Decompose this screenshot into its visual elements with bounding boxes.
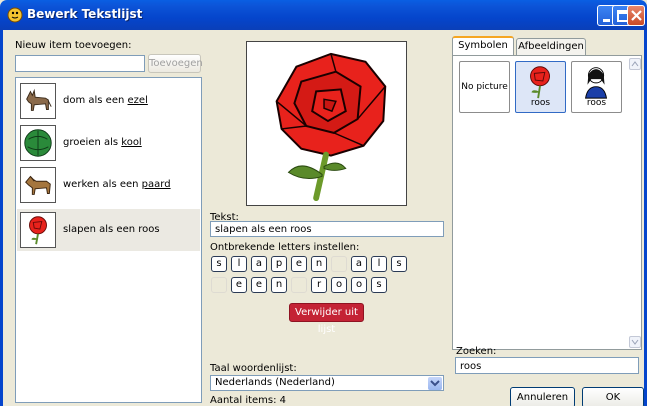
letter-box[interactable]: l	[231, 256, 247, 272]
ok-button[interactable]: OK	[582, 387, 644, 406]
symbol-label: roos	[530, 98, 551, 108]
letter-box[interactable]: p	[271, 256, 287, 272]
rose-icon	[20, 212, 56, 248]
symbols-scrollbar[interactable]	[629, 58, 641, 348]
app-icon	[7, 7, 23, 23]
item-list: dom als een ezel groeien als kool werken…	[15, 77, 202, 403]
letter-box-empty[interactable]	[211, 277, 227, 293]
list-item-label: groeien als kool	[63, 137, 142, 148]
letter-box[interactable]: l	[371, 256, 387, 272]
title-bar[interactable]: Bewerk Tekstlijst	[0, 0, 647, 30]
symbol-tile[interactable]: roos	[571, 61, 622, 113]
letter-box[interactable]: o	[351, 277, 367, 293]
list-item[interactable]: dom als een ezel	[17, 80, 200, 122]
remove-from-list-button[interactable]: Verwijder uit lijst	[289, 303, 364, 335]
letter-box[interactable]: s	[371, 277, 387, 293]
new-item-input[interactable]	[15, 55, 145, 72]
letter-box[interactable]: o	[331, 277, 347, 293]
list-item[interactable]: werken als een paard	[17, 164, 200, 206]
language-label: Taal woordenlijst:	[210, 363, 297, 374]
text-input[interactable]: slapen als een roos	[210, 221, 444, 237]
symbols-panel: No picture roos roos	[452, 55, 642, 350]
search-label: Zoeken:	[456, 346, 497, 357]
cancel-button[interactable]: Annuleren	[510, 387, 575, 406]
selected-image	[246, 41, 407, 206]
language-select-value: Nederlands (Nederland)	[215, 377, 335, 388]
scroll-down-arrow[interactable]	[629, 336, 641, 348]
symbol-label: roos	[586, 98, 607, 108]
rose-icon	[530, 66, 550, 99]
list-item-selected[interactable]: slapen als een roos	[17, 209, 200, 251]
letter-box[interactable]: a	[251, 256, 267, 272]
item-count: Aantal items: 4	[210, 395, 287, 406]
language-select[interactable]: Nederlands (Nederland)	[210, 375, 444, 391]
letter-box[interactable]: n	[311, 256, 327, 272]
scroll-up-arrow[interactable]	[629, 58, 641, 70]
horse-icon	[20, 167, 56, 203]
add-button[interactable]: Toevoegen	[148, 54, 203, 73]
letter-box[interactable]: s	[211, 256, 227, 272]
tab-images[interactable]: Afbeeldingen	[516, 38, 586, 56]
symbol-tile-selected[interactable]: roos	[515, 61, 566, 113]
symbol-label: No picture	[461, 82, 508, 92]
missing-letters-label: Ontbrekende letters instellen:	[210, 242, 360, 253]
list-item-label: werken als een paard	[63, 179, 171, 190]
symbol-tile[interactable]: No picture	[459, 61, 510, 113]
letter-box[interactable]: s	[391, 256, 407, 272]
search-input[interactable]: roos	[455, 357, 639, 374]
letter-box-empty[interactable]	[331, 256, 347, 272]
letter-box[interactable]: a	[351, 256, 367, 272]
letter-box[interactable]: r	[311, 277, 327, 293]
letter-box-empty[interactable]	[291, 277, 307, 293]
list-item-label: slapen als een roos	[63, 224, 160, 235]
close-button[interactable]	[627, 5, 645, 26]
tab-symbols[interactable]: Symbolen	[452, 36, 514, 56]
letter-box[interactable]: e	[251, 277, 267, 293]
rose-icon	[275, 52, 387, 202]
donkey-icon	[20, 83, 56, 119]
cabbage-icon	[20, 125, 56, 161]
new-item-label: Nieuw item toevoegen:	[15, 40, 132, 51]
letter-box[interactable]: n	[271, 277, 287, 293]
list-item-label: dom als een ezel	[63, 95, 148, 106]
person-icon	[585, 67, 608, 99]
window-title: Bewerk Tekstlijst	[27, 7, 143, 21]
list-item[interactable]: groeien als kool	[17, 122, 200, 164]
letter-box[interactable]: e	[231, 277, 247, 293]
chevron-down-icon[interactable]	[428, 377, 442, 390]
letter-box[interactable]: e	[291, 256, 307, 272]
